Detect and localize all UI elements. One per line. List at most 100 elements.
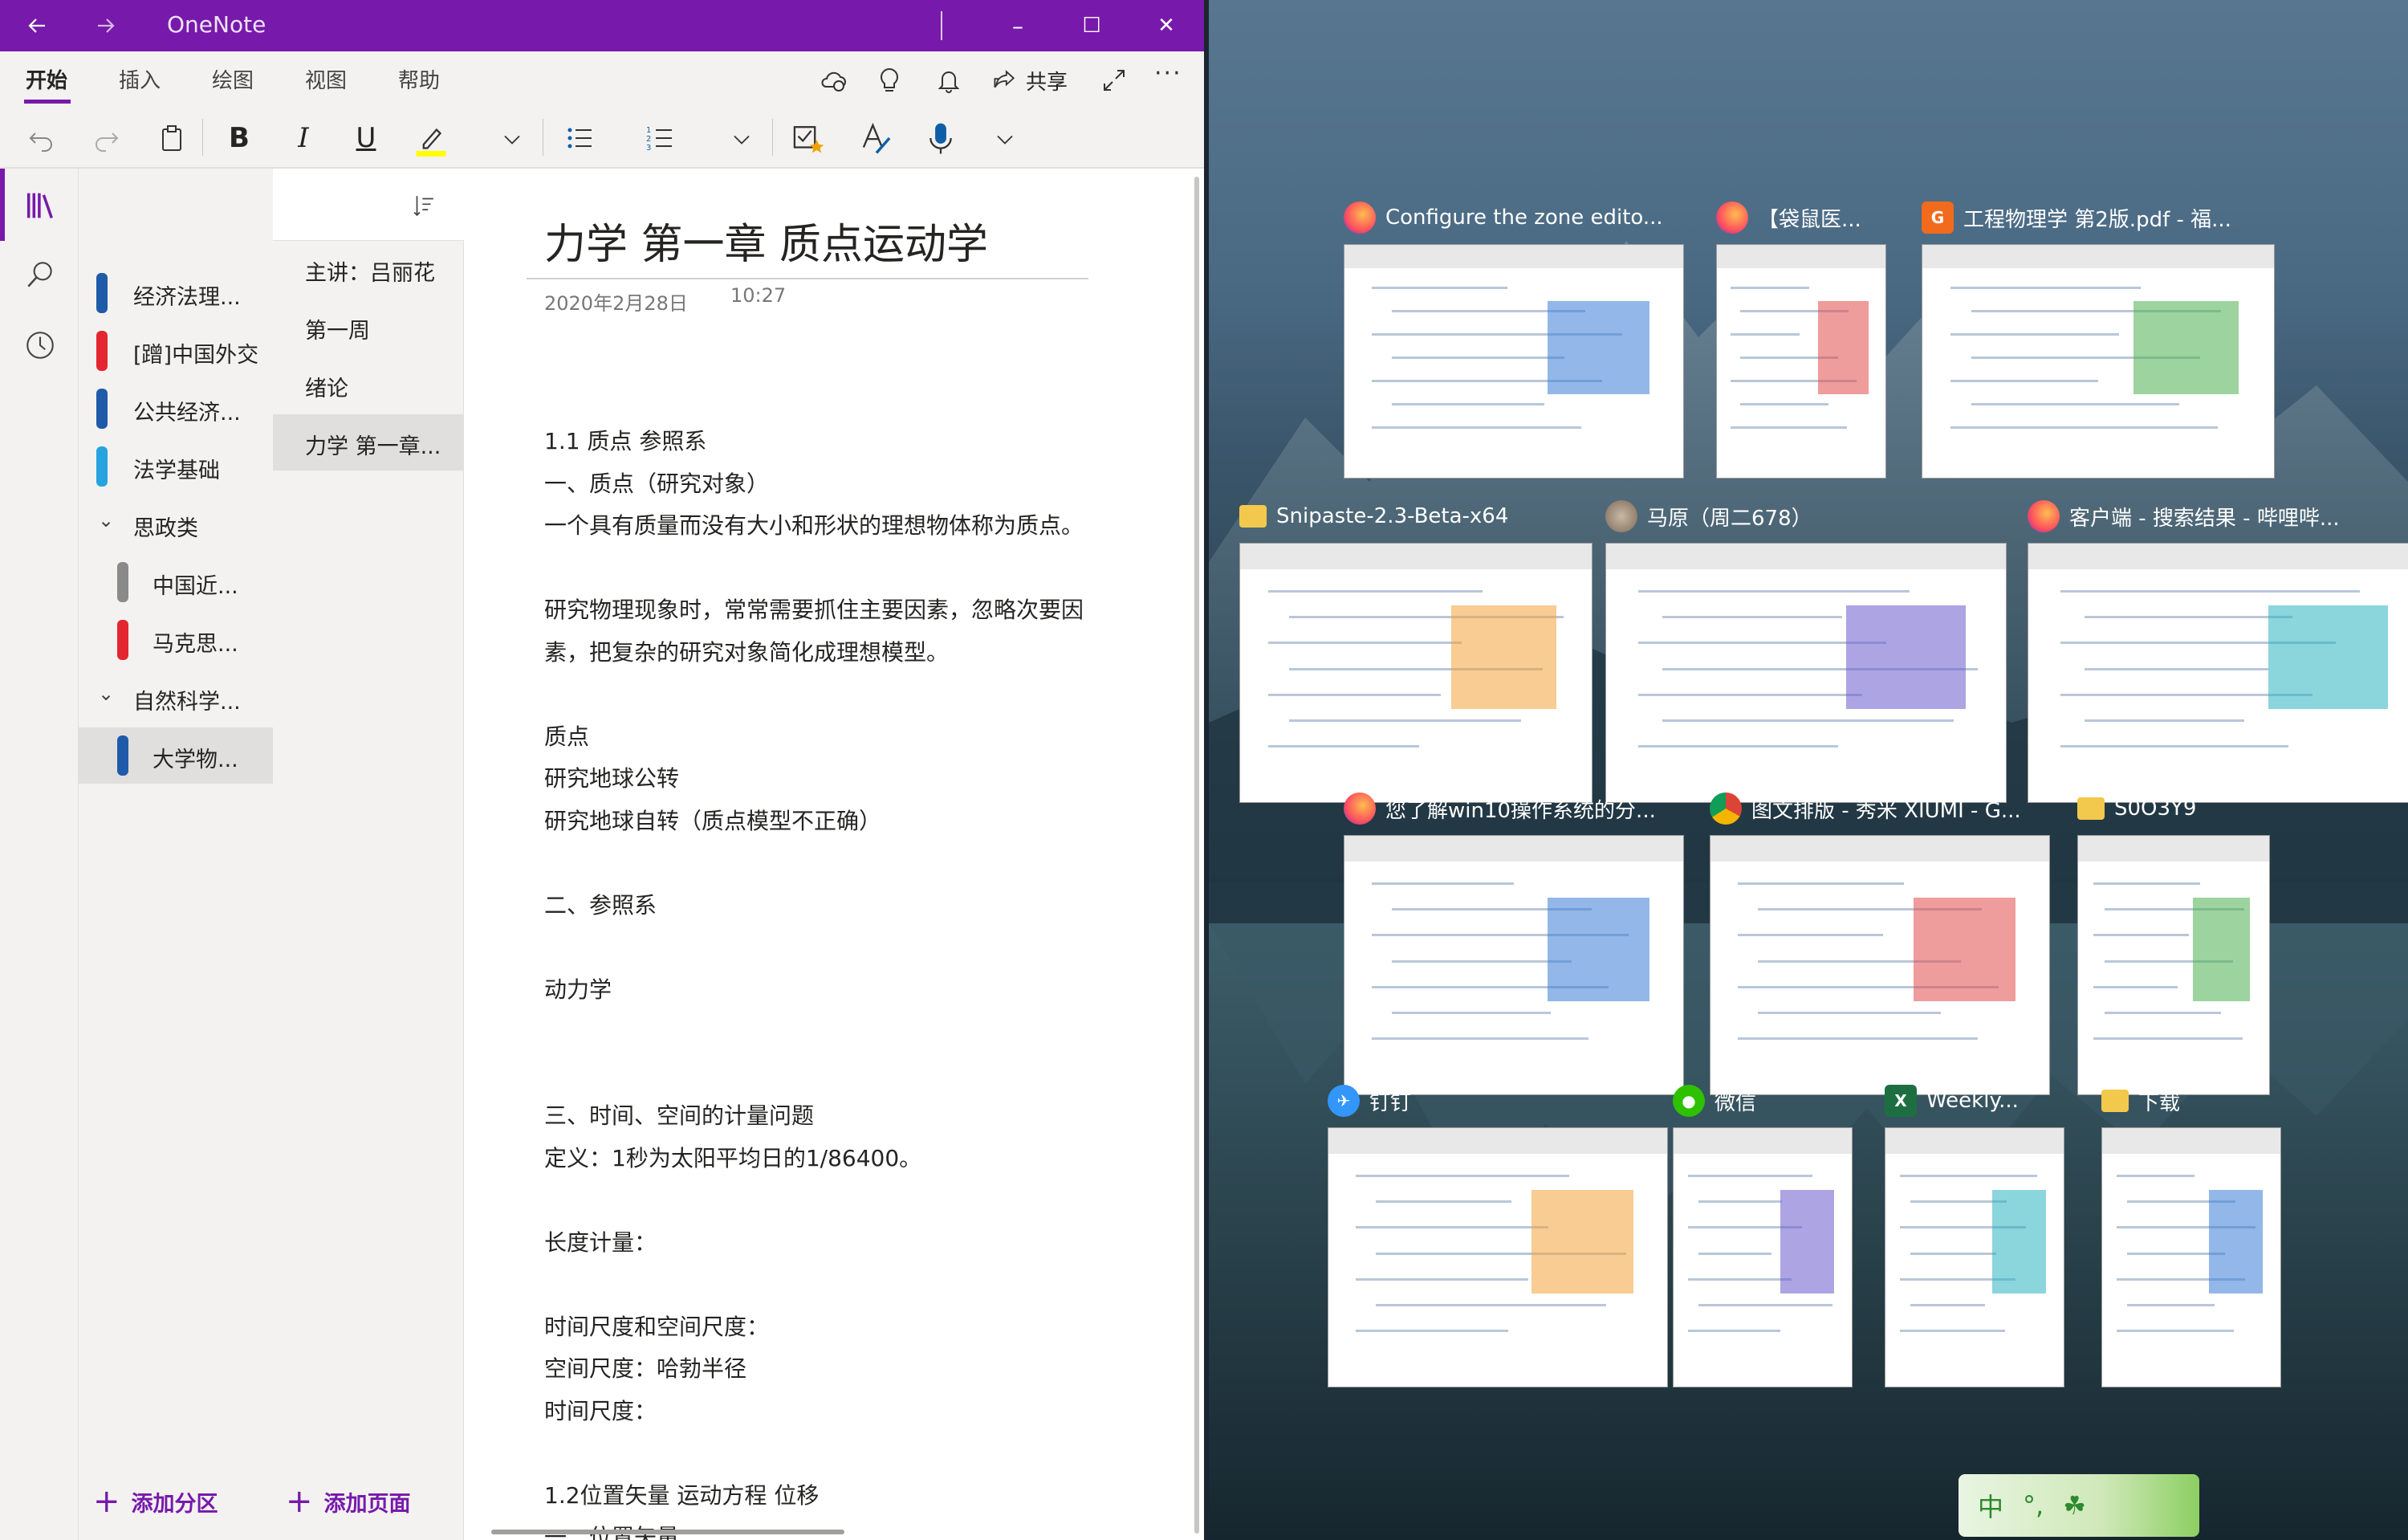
page-title[interactable]: 力学 第一章 质点运动学 [544,210,988,271]
window-thumbnail[interactable] [1716,244,1886,479]
task-view-window[interactable]: ✈ 钉钉 [1328,1082,1668,1387]
recent-nav-button[interactable] [21,326,59,365]
note-line[interactable]: 1.1 质点 参照系 [544,424,706,456]
window-thumbnail[interactable] [1922,244,2275,479]
vertical-scrollbar[interactable] [1194,177,1199,1534]
more-options-button[interactable]: ··· [1154,59,1182,88]
close-button[interactable]: ✕ [1129,0,1204,51]
highlight-button[interactable] [411,119,451,159]
dictate-button[interactable] [921,119,960,157]
note-line[interactable]: 一、质点（研究对象） [544,466,769,499]
window-thumbnail[interactable] [1344,835,1684,1095]
horizontal-scrollbar[interactable] [491,1530,844,1534]
note-line[interactable]: 时间尺度： [544,1394,657,1426]
note-line[interactable]: 一个具有质量而没有大小和形状的理想物体称为质点。 [544,508,1084,540]
note-line[interactable]: 时间尺度和空间尺度： [544,1310,769,1342]
ime-mode-toggle[interactable]: 中 [1978,1487,2003,1524]
tab-draw[interactable]: 绘图 [212,64,254,94]
notebooks-nav-button[interactable] [21,186,59,225]
window-thumbnail[interactable] [2077,835,2270,1095]
redo-button[interactable] [88,120,124,156]
note-line[interactable]: 动力学 [544,972,612,1004]
note-line[interactable]: 三、时间、空间的计量问题 [544,1098,814,1131]
window-thumbnail[interactable] [1885,1127,2064,1387]
sync-status-button[interactable] [816,63,851,98]
bold-button[interactable]: B [222,120,257,156]
task-view-window[interactable]: 下载 [2101,1082,2281,1387]
note-line[interactable]: 研究地球自转（质点模型不正确） [544,804,881,836]
section-item[interactable]: 公共经济... [79,381,273,437]
window-thumbnail[interactable] [1239,543,1592,803]
task-view-window[interactable]: 【袋鼠医... [1716,199,1886,479]
tab-help[interactable]: 帮助 [398,64,440,94]
add-page-button[interactable]: + 添加页面 [286,1485,411,1518]
search-nav-button[interactable] [21,255,59,294]
page-item[interactable]: 主讲：吕丽花 [273,241,464,297]
ime-skin-icon[interactable]: ☘ [2063,1490,2086,1521]
share-button[interactable]: 共享 [990,63,1068,98]
page-item[interactable]: 绪论 [273,356,464,413]
dictate-dropdown[interactable] [989,124,1021,156]
note-line[interactable]: 素，把复杂的研究对象简化成理想模型。 [544,635,949,667]
spelling-button[interactable] [857,119,896,157]
forward-button[interactable] [80,0,132,51]
note-line[interactable]: 长度计量： [544,1225,657,1257]
section-item[interactable]: [蹭]中国外交 [79,323,273,379]
note-line[interactable]: 研究物理现象时，常常需要抓住主要因素，忽略次要因 [544,593,1084,625]
task-view-window[interactable]: 马原（周二678） [1605,498,2007,803]
window-thumbnail[interactable] [1328,1127,1668,1387]
undo-button[interactable] [24,120,59,156]
ime-status-bar[interactable]: 中 °, ☘ [1959,1474,2199,1537]
tab-view[interactable]: 视图 [305,64,347,94]
back-button[interactable] [11,0,63,51]
ime-punctuation-toggle[interactable]: °, [2023,1490,2044,1521]
note-line[interactable]: 质点 [544,719,589,752]
task-view-window[interactable]: G 工程物理学 第2版.pdf - 福... [1922,199,2275,479]
window-thumbnail[interactable] [1344,244,1684,479]
section-item[interactable]: 中国近... [79,554,273,610]
window-thumbnail[interactable] [1605,543,2007,803]
window-thumbnail[interactable] [2101,1127,2281,1387]
window-thumbnail[interactable] [2028,543,2408,803]
maximize-button[interactable]: ☐ [1055,0,1129,51]
page-item[interactable]: 第一周 [273,299,464,355]
list-format-dropdown[interactable] [726,124,758,156]
note-line[interactable]: 定义：1秒为太阳平均日的1/86400。 [544,1141,921,1173]
section-group-header[interactable]: ⌄ 自然科学... [79,670,273,726]
paste-button[interactable] [154,120,189,156]
bullets-button[interactable] [562,120,597,156]
text-format-dropdown[interactable] [496,124,528,156]
numbering-button[interactable]: 123 [642,120,677,156]
task-view-window[interactable]: 您了解win10操作系统的分... [1344,790,1684,1095]
page-item-selected[interactable]: 力学 第一章... [273,414,464,471]
add-section-button[interactable]: + 添加分区 [93,1485,218,1518]
minimize-button[interactable]: – [981,0,1055,51]
section-item[interactable]: 马克思... [79,612,273,668]
note-line[interactable]: 1.2位置矢量 运动方程 位移 [544,1478,819,1510]
task-view-window[interactable]: Configure the zone edito... [1344,199,1684,479]
section-group-header[interactable]: ⌄ 思政类 [79,496,273,552]
tag-button[interactable] [788,119,827,157]
underline-button[interactable]: U [348,120,384,156]
section-item[interactable]: 经济法理... [79,265,273,321]
tab-home[interactable]: 开始 [26,64,67,94]
note-line[interactable]: 二、参照系 [544,888,657,920]
note-line[interactable]: 空间尺度：哈勃半径 [544,1351,746,1383]
note-canvas[interactable]: 力学 第一章 质点运动学 2020年2月28日 10:27 1.1 质点 参照系… [464,169,1204,1540]
task-view-window[interactable]: ● 微信 [1673,1082,1853,1387]
tell-me-button[interactable] [872,63,907,98]
sort-pages-button[interactable] [406,188,441,223]
task-view-window[interactable]: 图文排版 - 秀米 XIUMI - G... [1710,790,2050,1095]
window-thumbnail[interactable] [1673,1127,1853,1387]
section-item-selected[interactable]: 大学物... [79,727,273,784]
task-view-window[interactable]: 客户端 - 搜索结果 - 哔哩哔... [2028,498,2408,803]
notifications-button[interactable] [931,63,966,98]
italic-button[interactable]: I [286,120,321,156]
section-item[interactable]: 法学基础 [79,438,273,495]
task-view-window[interactable]: S0O3Y9 [2077,790,2270,1095]
tab-insert[interactable]: 插入 [119,64,161,94]
window-thumbnail[interactable] [1710,835,2050,1095]
task-view-window[interactable]: X Weekly... [1885,1082,2064,1387]
note-line[interactable]: 研究地球公转 [544,761,679,793]
fullscreen-button[interactable] [1096,63,1132,98]
